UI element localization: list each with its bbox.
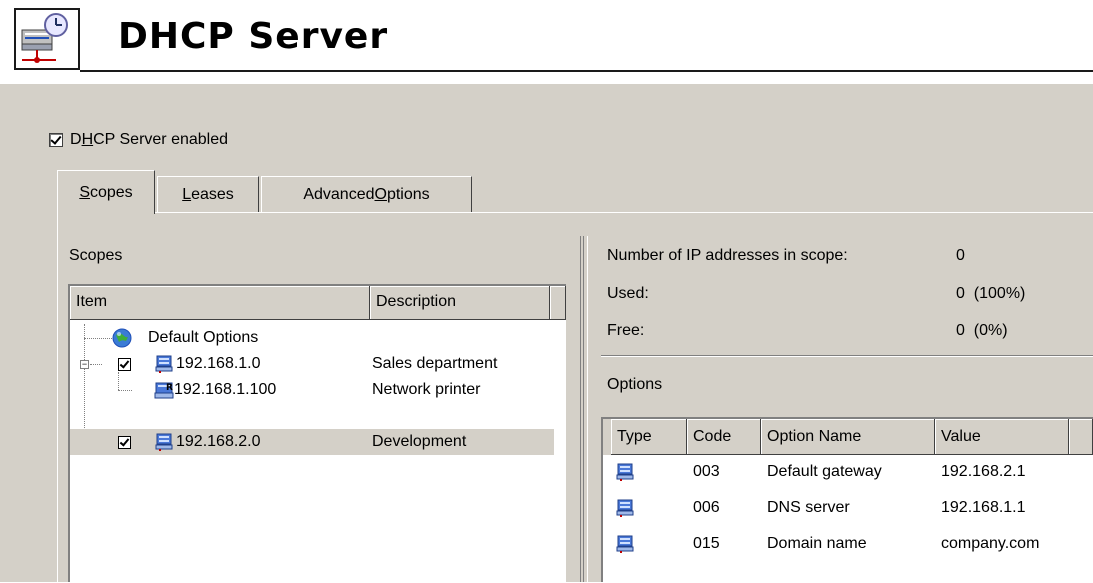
tree-item-label: 192.168.1.100 [174,381,277,398]
options-list[interactable]: Type Code Option Name Value 003 Default … [601,417,1093,582]
option-type-icon [615,498,635,527]
options-label: Options [607,376,663,393]
option-name: DNS server [767,499,850,516]
tree-item-description: Network printer [372,381,481,398]
reservation-icon: R [154,380,174,400]
column-header-filler [1069,419,1093,455]
scopes-header: Item Description [70,286,566,320]
used-label: Used: [607,285,649,302]
column-header-option-name[interactable]: Option Name [761,419,935,455]
option-row[interactable]: 006 DNS server 192.168.1.1 [603,495,1093,521]
page-title: DHCP Server [118,16,389,57]
tree-item-scope-192-168-2-0[interactable]: 192.168.2.0 Development [70,429,554,455]
option-value: company.com [941,535,1040,552]
network-scope-icon [154,354,174,374]
tree-item-description: Development [372,433,467,450]
scope-enabled-checkbox[interactable] [118,358,131,371]
dhcp-enabled-toggle[interactable]: DHCP Server enabled [49,131,228,149]
option-value: 192.168.2.1 [941,463,1026,480]
option-value: 192.168.1.1 [941,499,1026,516]
free-value: 0 (0%) [956,322,1008,339]
used-value: 0 (100%) [956,285,1026,302]
options-header: Type Code Option Name Value [603,419,1093,455]
tab-scopes[interactable]: Scopes [57,170,155,214]
column-header-type[interactable]: Type [611,419,687,455]
total-addresses-value: 0 [956,247,965,264]
option-code: 006 [693,499,720,516]
dhcp-enabled-label: DHCP Server enabled [70,131,229,148]
column-header-description[interactable]: Description [370,286,550,320]
column-header-code[interactable]: Code [687,419,761,455]
option-type-icon [615,462,635,491]
option-type-icon [615,534,635,563]
tree-item-default-options[interactable]: Default Options [70,325,554,351]
svg-text:R: R [166,383,173,393]
tab-leases[interactable]: Leases [157,176,259,212]
page-header: DHCP Server [0,0,1093,84]
option-row[interactable]: 003 Default gateway 192.168.2.1 [603,459,1093,485]
stats-divider [601,355,1093,357]
column-header-value[interactable]: Value [935,419,1069,455]
pane-splitter[interactable] [580,236,588,582]
free-label: Free: [607,322,645,339]
network-scope-icon [154,432,174,452]
column-header-filler [550,286,566,320]
tree-item-reservation-192-168-1-100[interactable]: R 192.168.1.100 Network printer [70,377,554,403]
header-divider [80,70,1093,72]
tree-item-scope-192-168-1-0[interactable]: 192.168.1.0 Sales department [70,351,554,377]
option-name: Domain name [767,535,867,552]
scopes-tree[interactable]: Item Description − Default Options 192.1… [68,284,566,582]
tree-item-label: 192.168.2.0 [176,433,261,450]
option-code: 015 [693,535,720,552]
column-header-item[interactable]: Item [70,286,370,320]
total-addresses-label: Number of IP addresses in scope: [607,247,848,264]
scopes-label: Scopes [69,247,123,264]
option-row[interactable]: 015 Domain name company.com [603,531,1093,557]
option-code: 003 [693,463,720,480]
tree-item-label: 192.168.1.0 [176,355,261,372]
dhcp-server-icon [14,8,80,70]
dhcp-enabled-checkbox[interactable] [49,133,63,147]
tab-advanced-options[interactable]: Advanced Options [261,176,472,212]
scope-enabled-checkbox[interactable] [118,436,131,449]
globe-icon [112,328,132,348]
option-name: Default gateway [767,463,882,480]
tree-item-label: Default Options [148,329,259,346]
tree-item-description: Sales department [372,355,498,372]
